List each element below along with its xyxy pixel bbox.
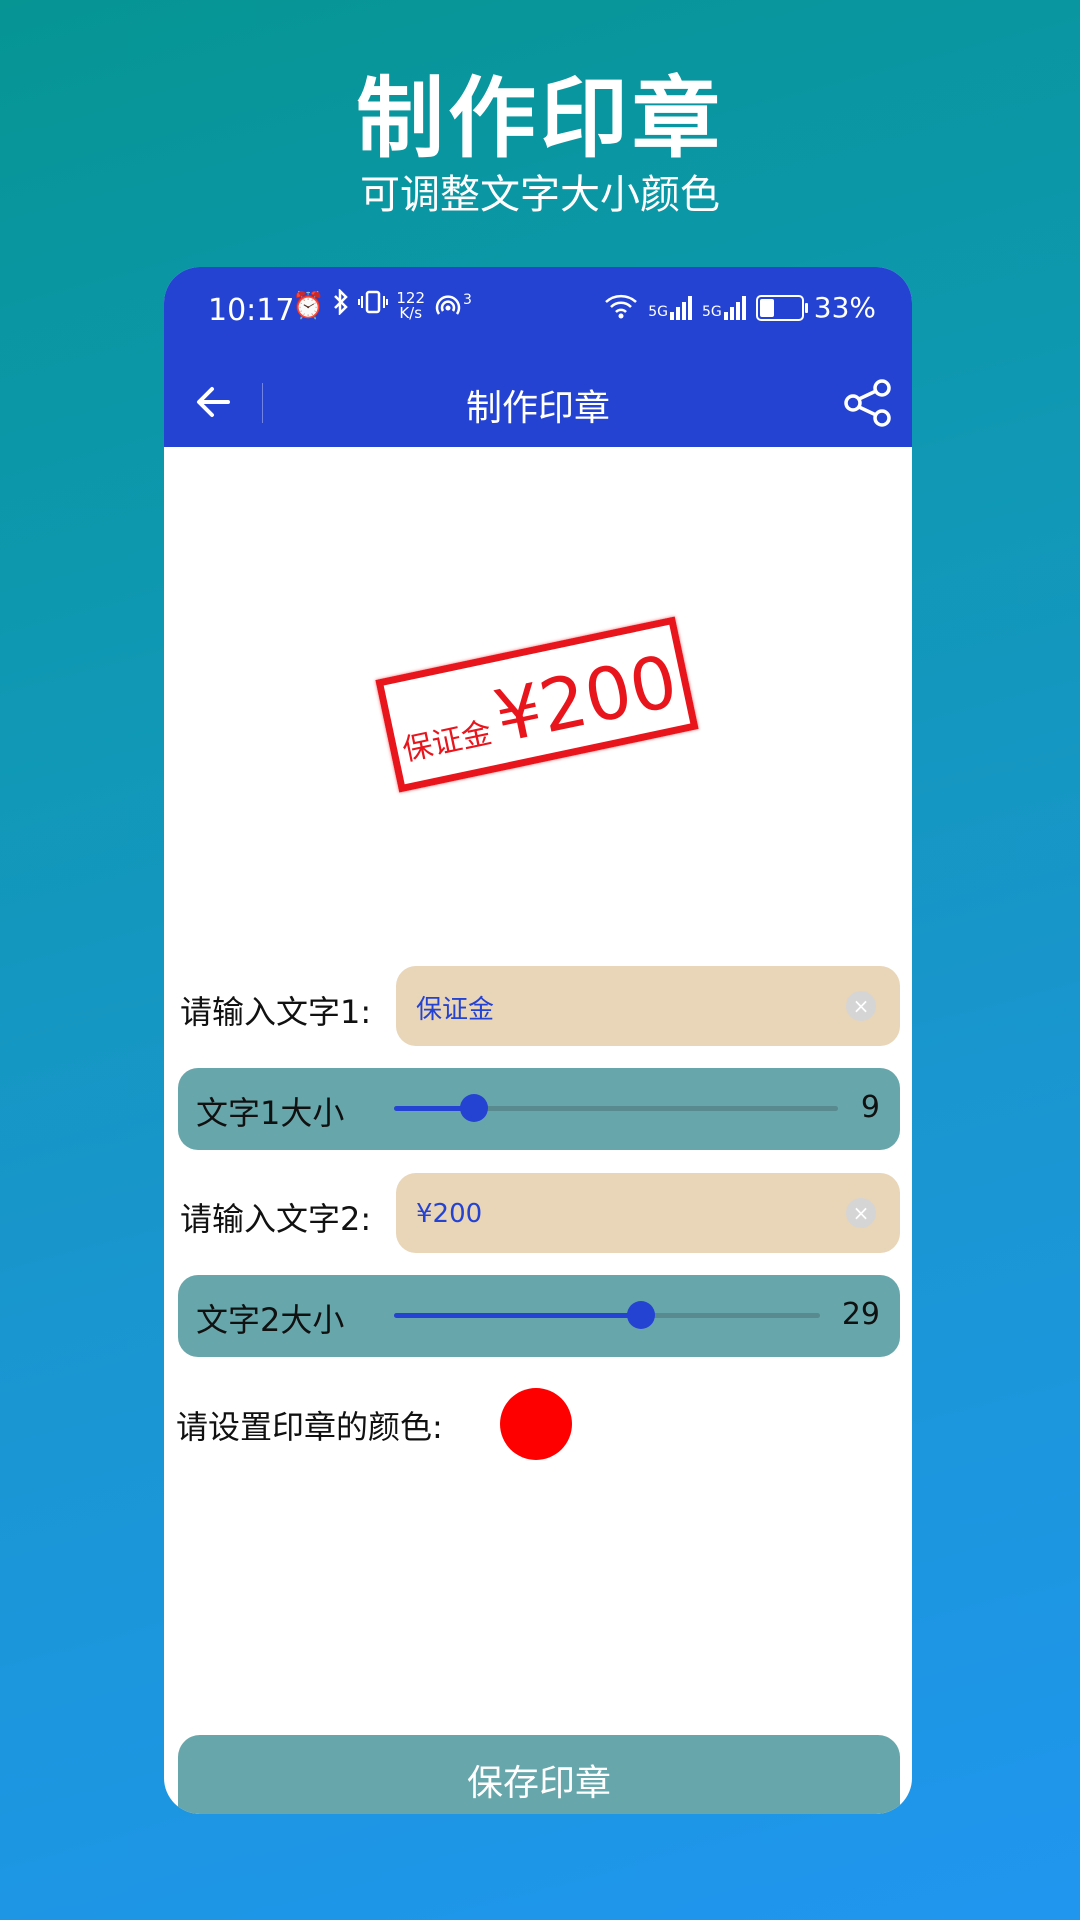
- color-label: 请设置印章的颜色:: [176, 1408, 443, 1446]
- text2-size-thumb[interactable]: [627, 1301, 656, 1329]
- text1-input[interactable]: [414, 966, 838, 1048]
- signal-sim1-icon: 5G: [648, 295, 692, 320]
- hotspot-icon: 3: [433, 292, 472, 320]
- netspeed-indicator: 122 K/s: [396, 290, 425, 322]
- text2-size-fill: [394, 1313, 642, 1318]
- text1-size-value: 9: [860, 1090, 880, 1125]
- status-icons-right: 5G 5G 33%: [604, 291, 876, 324]
- text1-size-thumb[interactable]: [459, 1094, 488, 1122]
- app-bar-title: 制作印章: [465, 388, 610, 429]
- text2-input[interactable]: [414, 1173, 838, 1255]
- text2-field[interactable]: ×: [396, 1173, 900, 1255]
- share-button[interactable]: [842, 377, 894, 429]
- save-stamp-button[interactable]: 保存印章: [178, 1735, 900, 1814]
- netspeed-unit: K/s: [399, 303, 423, 322]
- text2-size-value: 29: [841, 1297, 880, 1332]
- status-bar: 10:17 ⏰ 122 K/s 3 5G 5G 33%: [164, 267, 912, 357]
- text2-size-slider[interactable]: [394, 1301, 820, 1329]
- clear-icon[interactable]: ×: [846, 991, 876, 1021]
- status-time: 10:17: [208, 293, 295, 328]
- sim2-label: 5G: [702, 303, 722, 320]
- text1-label: 请输入文字1:: [180, 993, 372, 1031]
- stamp-text2: ¥200: [487, 638, 685, 759]
- stamp-text1: 保证金: [399, 715, 495, 769]
- clear-icon[interactable]: ×: [846, 1198, 876, 1228]
- stamp-preview: 保证金 ¥200: [164, 447, 912, 947]
- text2-label: 请输入文字2:: [180, 1200, 372, 1238]
- text1-size-slider[interactable]: [394, 1094, 838, 1122]
- text2-size-row: 文字2大小 29: [178, 1275, 900, 1357]
- color-picker-swatch[interactable]: [500, 1388, 572, 1460]
- bluetooth-icon: [332, 287, 350, 322]
- status-icons-left: ⏰ 122 K/s 3: [292, 287, 472, 322]
- text1-field[interactable]: ×: [396, 966, 900, 1048]
- text2-size-label: 文字2大小: [196, 1301, 345, 1339]
- share-icon: [844, 379, 891, 427]
- battery-icon: [755, 294, 808, 321]
- text1-size-label: 文字1大小: [196, 1094, 345, 1132]
- promo-subtitle: 可调整文字大小颜色: [360, 172, 720, 218]
- text1-size-row: 文字1大小 9: [178, 1068, 900, 1150]
- wifi-icon: [604, 293, 638, 323]
- stamp: 保证金 ¥200: [375, 616, 699, 793]
- vibrate-icon: [358, 289, 389, 322]
- sim1-label: 5G: [648, 303, 668, 320]
- phone-screen: 10:17 ⏰ 122 K/s 3 5G 5G 33% 制作印章 保证金 ¥20…: [164, 267, 912, 1814]
- battery-level: 33%: [813, 291, 876, 324]
- hotspot-count: 3: [463, 291, 472, 308]
- alarm-icon: ⏰: [292, 290, 325, 321]
- app-bar: 制作印章: [164, 357, 912, 447]
- promo-title: 制作印章: [355, 67, 724, 170]
- signal-sim2-icon: 5G: [702, 295, 746, 320]
